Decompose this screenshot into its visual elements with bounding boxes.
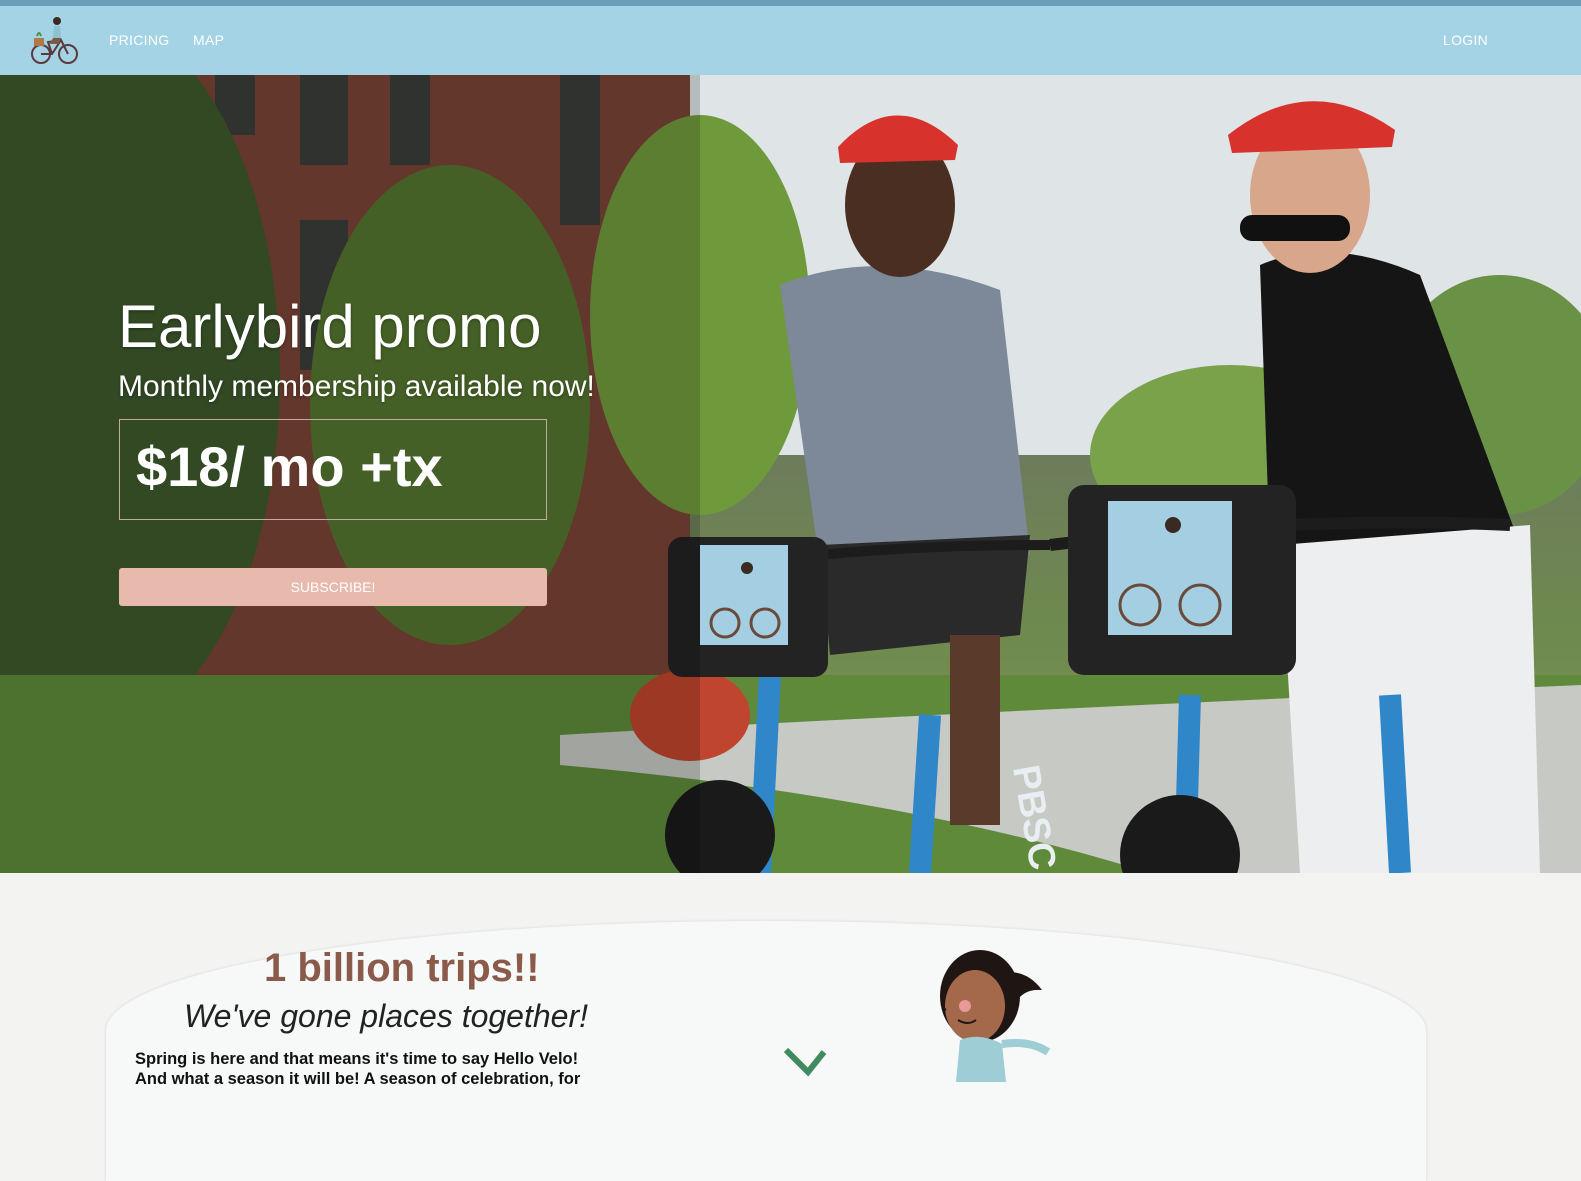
milestone-subtitle: We've gone places together! <box>184 998 588 1034</box>
milestone-body: Spring is here and that means it's time … <box>135 1049 655 1089</box>
body-line: Spring is here and that means it's time … <box>135 1050 579 1068</box>
login-link[interactable]: LOGIN <box>1443 32 1488 48</box>
promo-subtitle: Monthly membership available now! <box>118 370 595 403</box>
milestone-title: 1 billion trips!! <box>264 946 540 990</box>
price-text: $18/ mo +tx <box>136 435 443 498</box>
nav-pricing-link[interactable]: PRICING <box>109 32 169 48</box>
nav-map-link[interactable]: MAP <box>193 32 224 48</box>
body-line: And what a season it will be! A season o… <box>135 1070 581 1088</box>
subscribe-button[interactable]: SUBSCRIBE! <box>119 568 547 606</box>
navbar: PRICING MAP LOGIN <box>0 6 1581 75</box>
promo-title: Earlybird promo <box>118 293 542 360</box>
logo-cyclist-icon[interactable] <box>28 14 80 68</box>
cyclist-illustration <box>780 940 1080 1087</box>
price-box: $18/ mo +tx <box>119 419 547 520</box>
